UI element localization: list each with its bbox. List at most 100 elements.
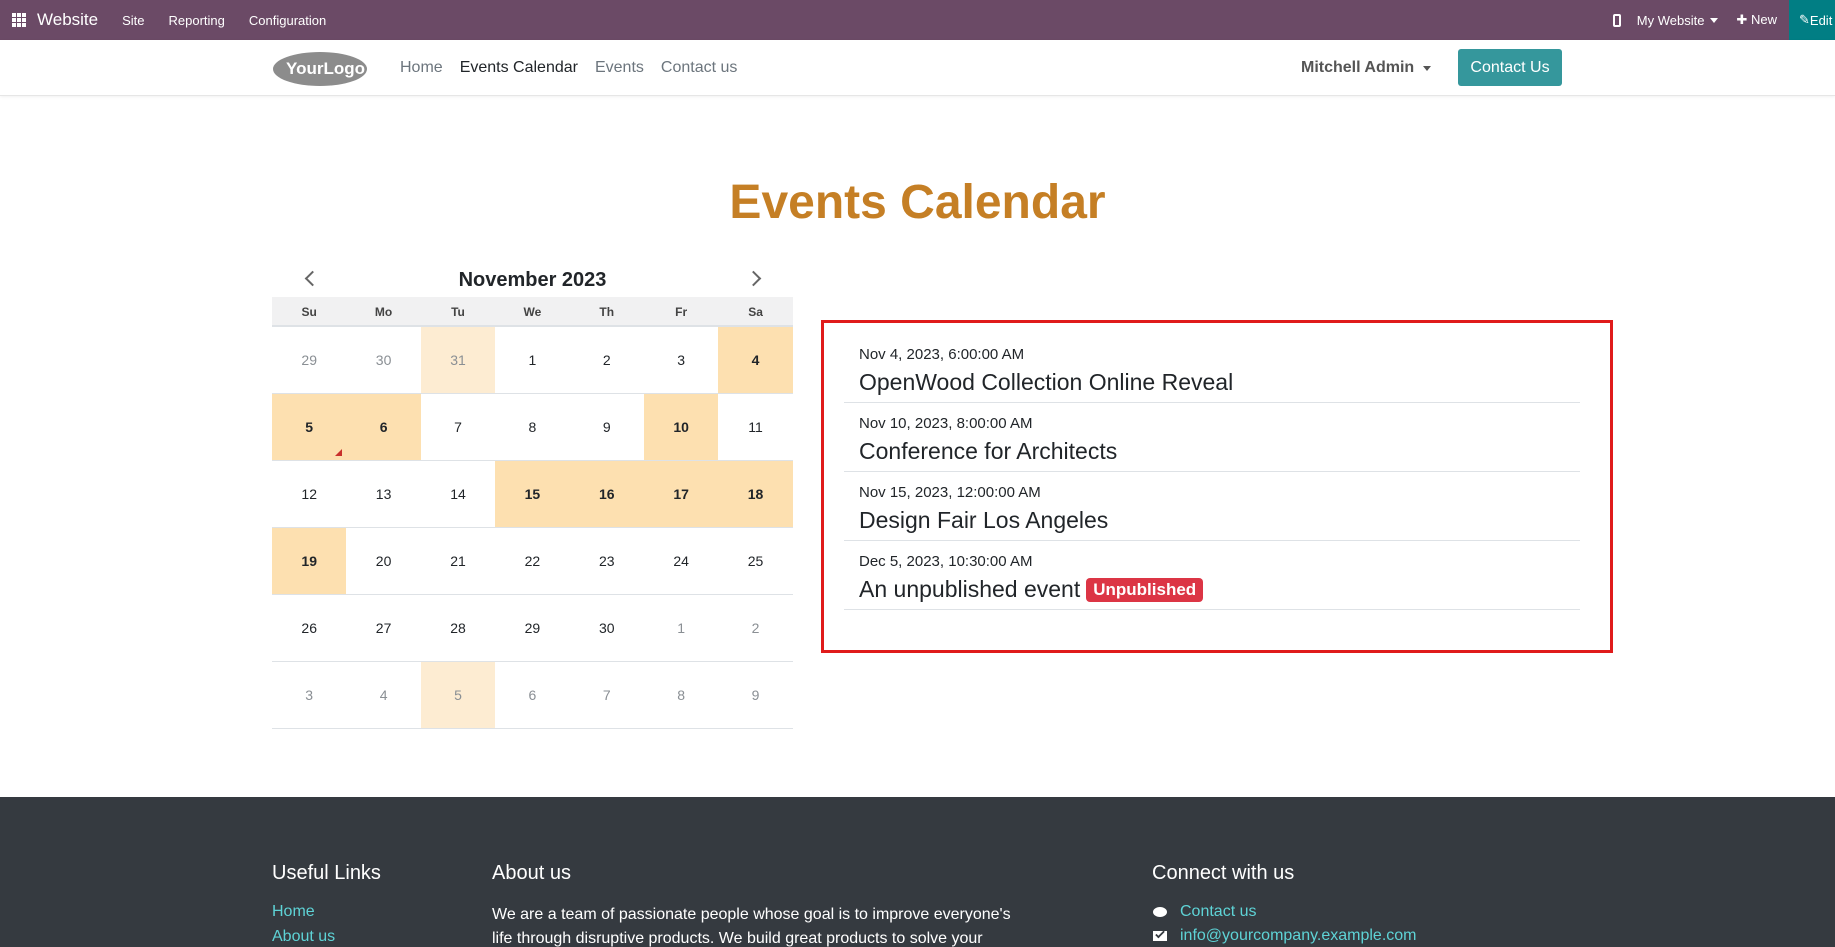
- calendar-day-number: 7: [454, 419, 462, 435]
- calendar-day-with-event[interactable]: 4: [718, 327, 793, 394]
- calendar-day-with-event[interactable]: 10: [643, 394, 719, 461]
- event-date: Nov 15, 2023, 12:00:00 AM: [859, 484, 1041, 501]
- admin-menu-site[interactable]: Site: [122, 13, 144, 28]
- pencil-icon: ✎: [1799, 12, 1810, 27]
- calendar-day[interactable]: 8: [643, 662, 719, 729]
- calendar-day-number: 4: [751, 352, 760, 368]
- apps-grid-icon[interactable]: [12, 13, 26, 27]
- footer-contact-link[interactable]: Contact us: [1180, 903, 1256, 921]
- calendar-day-number: 4: [379, 687, 388, 703]
- calendar-day[interactable]: 28: [420, 595, 496, 662]
- admin-top-bar: Website Site Reporting Configuration My …: [0, 0, 1835, 40]
- calendar-weekday-row: Su Mo Tu We Th Fr Sa: [272, 297, 793, 327]
- new-button[interactable]: ✚ New: [1736, 12, 1777, 28]
- nav-contact-us[interactable]: Contact us: [661, 59, 737, 77]
- calendar-day[interactable]: 26: [272, 595, 347, 662]
- calendar-day[interactable]: 23: [569, 528, 644, 595]
- calendar-day[interactable]: 21: [420, 528, 496, 595]
- event-list-item[interactable]: Nov 4, 2023, 6:00:00 AM OpenWood Collecti…: [844, 334, 1580, 403]
- calendar-day[interactable]: 4: [346, 662, 421, 729]
- weekday-label: Th: [599, 305, 615, 319]
- calendar-day-number: 14: [450, 486, 466, 502]
- calendar-day[interactable]: 3: [643, 327, 719, 394]
- calendar-day[interactable]: 31: [420, 327, 496, 394]
- calendar-day[interactable]: 7: [420, 394, 496, 461]
- admin-menu-reporting[interactable]: Reporting: [169, 13, 225, 28]
- nav-events-calendar[interactable]: Events Calendar: [460, 59, 578, 77]
- calendar-day[interactable]: 1: [495, 327, 570, 394]
- calendar-day[interactable]: 8: [495, 394, 570, 461]
- logo-text: YourLogo: [286, 59, 365, 78]
- footer-connect-email[interactable]: info@yourcompany.example.com: [1152, 927, 1417, 945]
- events-list-box: Nov 4, 2023, 6:00:00 AM OpenWood Collecti…: [821, 320, 1613, 653]
- my-website-label: My Website: [1636, 12, 1705, 28]
- calendar-day[interactable]: 9: [718, 662, 793, 729]
- calendar-day-with-event[interactable]: 5: [272, 394, 347, 461]
- calendar-day[interactable]: 12: [272, 461, 347, 528]
- footer-useful-links-title: Useful Links: [272, 862, 381, 884]
- calendar-day-with-event[interactable]: 17: [643, 461, 719, 528]
- calendar-day-number: 6: [528, 687, 537, 703]
- calendar-day-number: 2: [602, 352, 611, 368]
- calendar-day-number: 21: [450, 553, 466, 569]
- events-calendar-widget: November 2023 Su Mo Tu We Th Fr Sa 29 30 31 1 2 3 4 5…: [272, 262, 793, 729]
- my-website-dropdown[interactable]: My Website: [1637, 13, 1719, 28]
- calendar-day-with-event[interactable]: 16: [569, 461, 644, 528]
- calendar-day[interactable]: 6: [495, 662, 570, 729]
- calendar-day[interactable]: 9: [569, 394, 644, 461]
- calendar-day[interactable]: 29: [272, 327, 347, 394]
- contact-us-button[interactable]: Contact Us: [1458, 49, 1562, 86]
- calendar-day[interactable]: 14: [420, 461, 496, 528]
- calendar-day[interactable]: 3: [272, 662, 347, 729]
- calendar-day-number: 15: [524, 486, 541, 502]
- calendar-day-number: 12: [301, 486, 317, 502]
- calendar-day[interactable]: 2: [569, 327, 644, 394]
- calendar-day[interactable]: 27: [346, 595, 421, 662]
- event-title[interactable]: Conference for Architects: [859, 438, 1117, 465]
- calendar-day-with-event[interactable]: 18: [718, 461, 793, 528]
- event-title[interactable]: Design Fair Los Angeles: [859, 507, 1108, 534]
- admin-brand[interactable]: Website: [37, 10, 98, 30]
- event-title[interactable]: OpenWood Collection Online Reveal: [859, 369, 1233, 396]
- calendar-day[interactable]: 11: [718, 394, 793, 461]
- calendar-day[interactable]: 29: [495, 595, 570, 662]
- calendar-day[interactable]: 30: [569, 595, 644, 662]
- calendar-day[interactable]: 20: [346, 528, 421, 595]
- event-list-item[interactable]: Nov 15, 2023, 12:00:00 AM Design Fair Los…: [844, 472, 1580, 541]
- calendar-day[interactable]: 22: [495, 528, 570, 595]
- site-footer: Useful Links Home About us About us We a…: [0, 797, 1835, 947]
- admin-menu-configuration[interactable]: Configuration: [249, 13, 326, 28]
- nav-events[interactable]: Events: [595, 59, 644, 77]
- calendar-day-number: 5: [454, 687, 462, 703]
- calendar-day[interactable]: 24: [643, 528, 719, 595]
- event-list-item[interactable]: Nov 10, 2023, 8:00:00 AM Conference for A…: [844, 403, 1580, 472]
- event-list-item[interactable]: Dec 5, 2023, 10:30:00 AM An unpublished e…: [844, 541, 1580, 610]
- footer-about-us: About us We are a team of passionate peo…: [492, 862, 1012, 947]
- footer-about-title: About us: [492, 862, 571, 884]
- events-list: Nov 4, 2023, 6:00:00 AM OpenWood Collecti…: [844, 334, 1580, 610]
- calendar-day[interactable]: 5: [420, 662, 496, 729]
- calendar-day[interactable]: 13: [346, 461, 421, 528]
- calendar-day-number: 22: [524, 553, 541, 569]
- calendar-day-with-event[interactable]: 19: [272, 528, 347, 595]
- mobile-preview-icon[interactable]: [1612, 13, 1621, 27]
- calendar-day[interactable]: 30: [346, 327, 421, 394]
- footer-connect-contact[interactable]: Contact us: [1152, 903, 1417, 921]
- calendar-day[interactable]: 7: [569, 662, 644, 729]
- calendar-header: November 2023: [272, 262, 793, 297]
- user-menu[interactable]: Mitchell Admin: [1301, 40, 1432, 96]
- weekday-label: Sa: [748, 305, 763, 319]
- calendar-day[interactable]: 2: [718, 595, 793, 662]
- nav-home[interactable]: Home: [400, 59, 443, 77]
- calendar-day-with-event[interactable]: 6: [346, 394, 421, 461]
- footer-email-link[interactable]: info@yourcompany.example.com: [1180, 927, 1417, 945]
- calendar-day[interactable]: 1: [643, 595, 719, 662]
- event-title[interactable]: An unpublished event: [859, 576, 1080, 603]
- edit-button[interactable]: ✎ Edit: [1789, 0, 1835, 40]
- footer-link-about-us[interactable]: About us: [272, 928, 381, 946]
- calendar-day[interactable]: 25: [718, 528, 793, 595]
- site-header: YourLogo Home Events Calendar Events Con…: [0, 40, 1835, 96]
- footer-link-home[interactable]: Home: [272, 903, 381, 921]
- calendar-day-with-event[interactable]: 15: [495, 461, 570, 528]
- company-logo[interactable]: YourLogo: [272, 49, 368, 87]
